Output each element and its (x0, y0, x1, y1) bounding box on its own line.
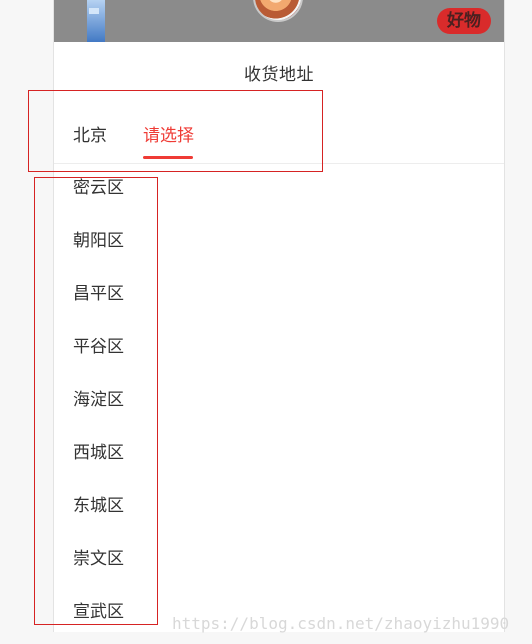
tab-selected-city[interactable]: 北京 (73, 121, 107, 151)
district-item-dongcheng[interactable]: 东城区 (73, 491, 193, 544)
banner-product-image (87, 0, 105, 42)
top-banner: 好物 (54, 0, 504, 42)
district-item-xicheng[interactable]: 西城区 (73, 438, 193, 491)
active-tab-underline (143, 156, 193, 159)
district-item-miyun[interactable]: 密云区 (73, 173, 193, 226)
district-item-haidian[interactable]: 海淀区 (73, 385, 193, 438)
district-item-pinggu[interactable]: 平谷区 (73, 332, 193, 385)
address-level-tabs: 北京 请选择 (54, 113, 504, 164)
page-title: 收货地址 (244, 65, 314, 85)
tab-please-select[interactable]: 请选择 (143, 121, 194, 151)
banner-action-button[interactable]: 好物 (437, 8, 491, 34)
district-item-changping[interactable]: 昌平区 (73, 279, 193, 332)
watermark-text: https://blog.csdn.net/zhaoyizhu1990 (172, 614, 510, 633)
district-list: 密云区 朝阳区 昌平区 平谷区 海淀区 西城区 东城区 崇文区 宣武区 (73, 173, 193, 632)
page: 好物 收货地址 北京 请选择 密云区 朝阳区 昌平区 平谷区 海淀区 西城区 东… (0, 0, 532, 644)
avatar (253, 0, 303, 22)
district-item-chongwen[interactable]: 崇文区 (73, 544, 193, 597)
district-item-chaoyang[interactable]: 朝阳区 (73, 226, 193, 279)
mobile-screen: 好物 收货地址 北京 请选择 密云区 朝阳区 昌平区 平谷区 海淀区 西城区 东… (53, 0, 505, 632)
